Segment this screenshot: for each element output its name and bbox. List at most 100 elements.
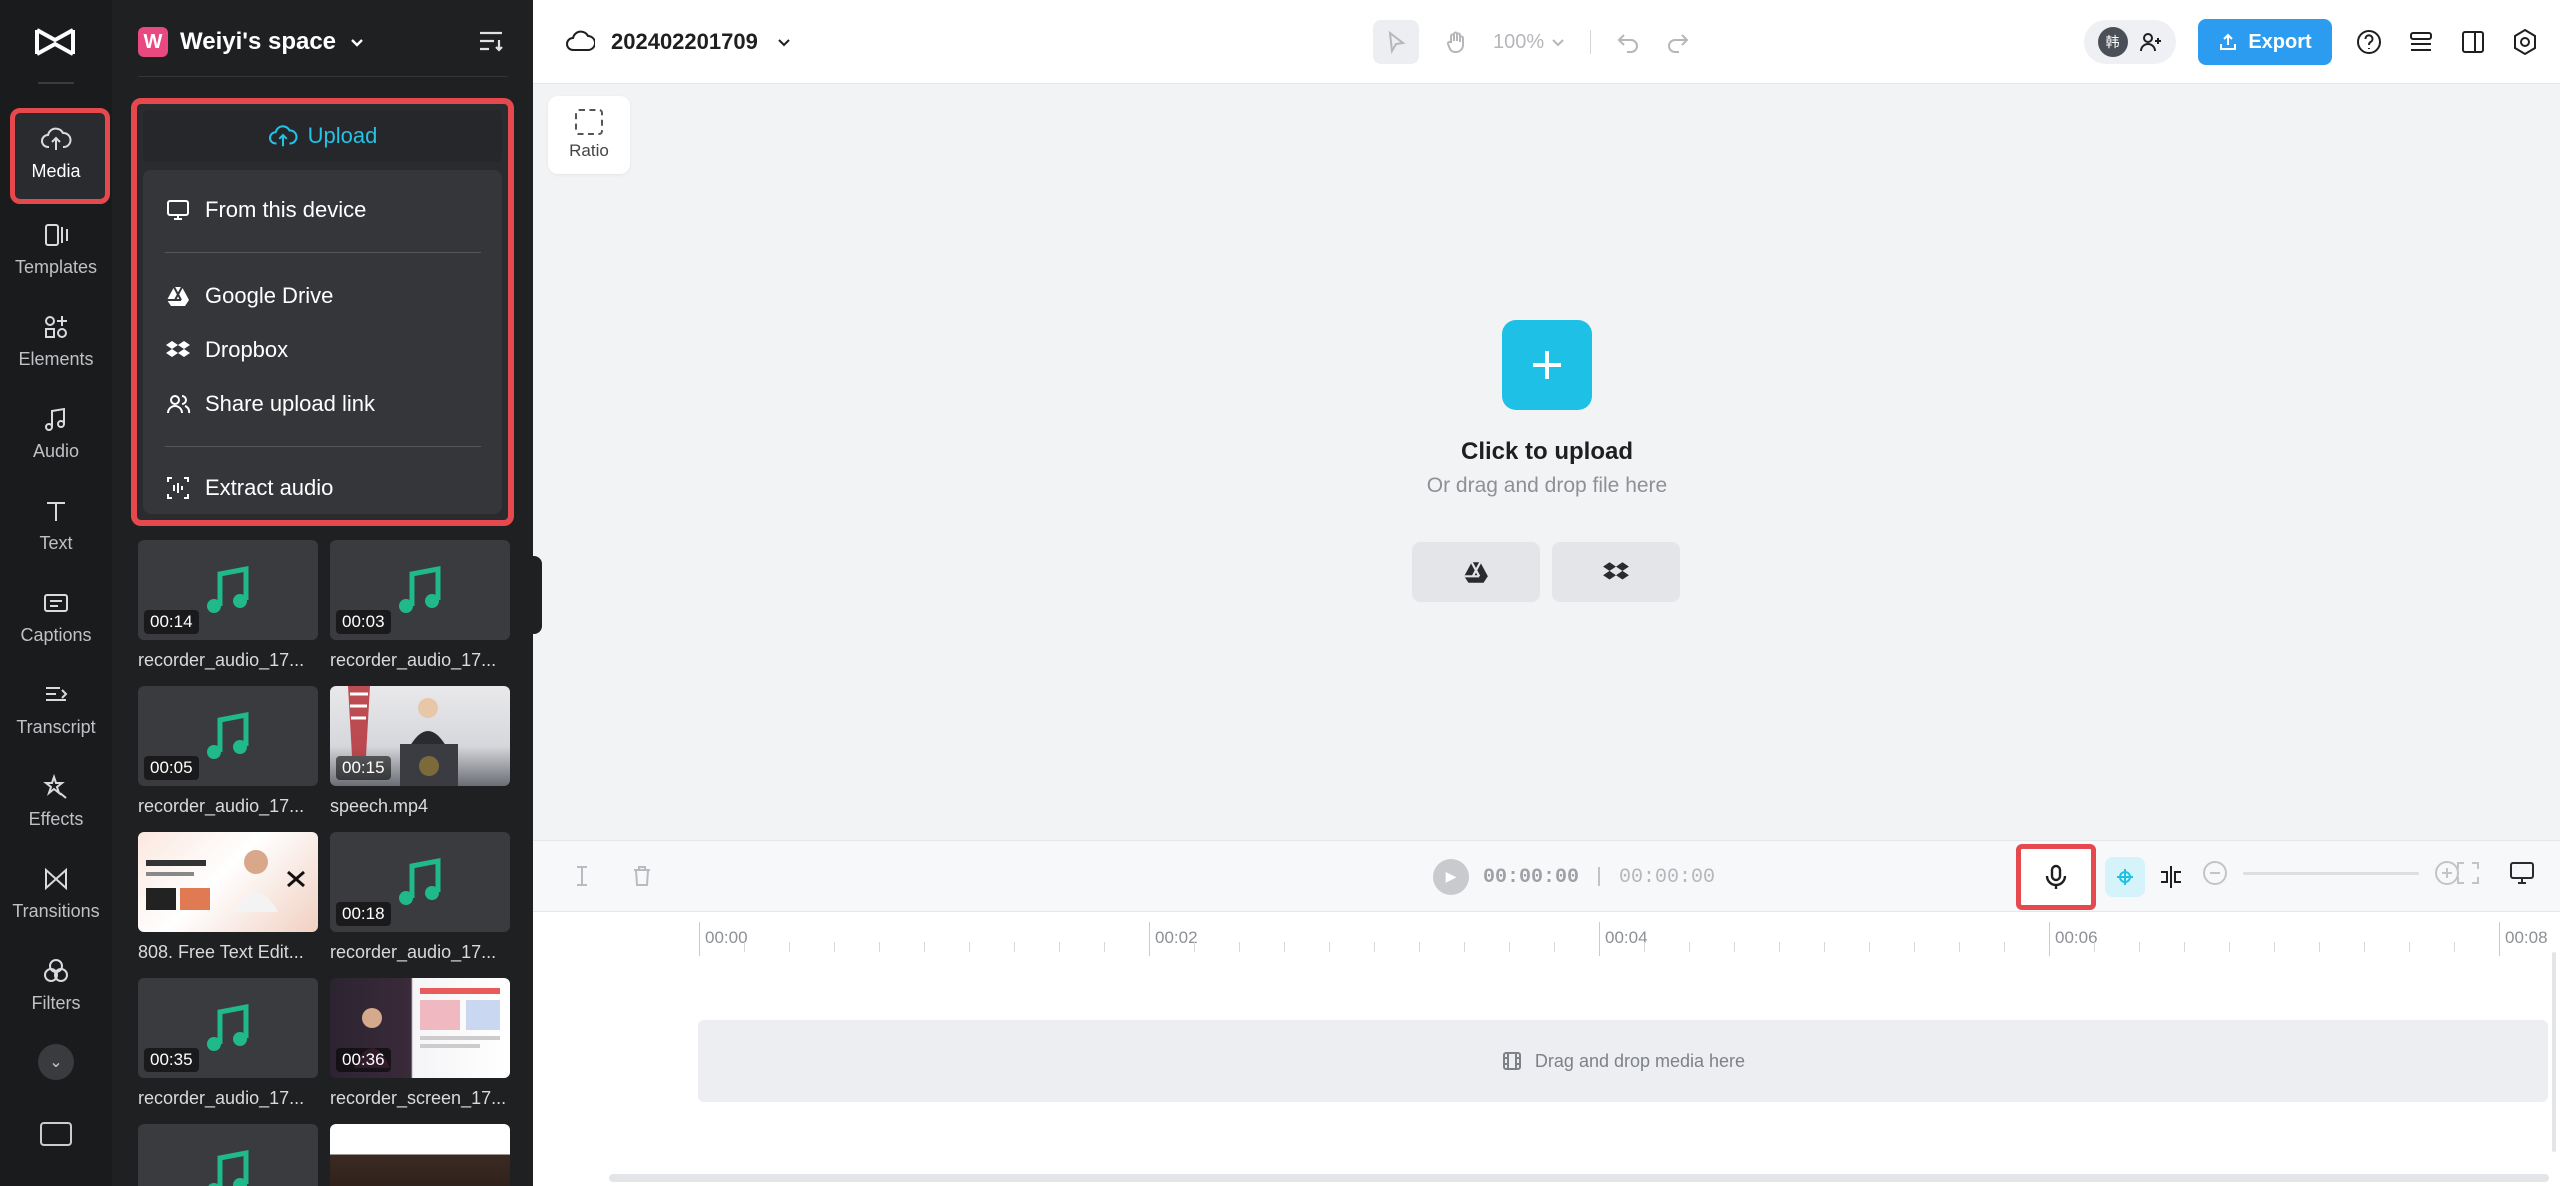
ruler-minor-tick bbox=[2274, 942, 2275, 952]
settings-icon[interactable] bbox=[2510, 27, 2540, 57]
click-to-upload-text: Click to upload bbox=[1460, 438, 1633, 465]
export-button[interactable]: Export bbox=[2198, 19, 2332, 65]
rail-item-transitions[interactable]: Transitions bbox=[0, 850, 112, 934]
ruler-tick-label: 00:00 bbox=[705, 928, 748, 947]
rail-item-filters[interactable]: Filters bbox=[0, 942, 112, 1026]
auto-snap-button[interactable] bbox=[2105, 857, 2145, 897]
media-item[interactable]: 00:15 speech.mp4 bbox=[330, 686, 510, 817]
zoom-slider[interactable] bbox=[2243, 871, 2419, 875]
layout-icon[interactable] bbox=[2458, 27, 2488, 57]
media-item[interactable]: 00:18 recorder_audio_17... bbox=[330, 832, 510, 963]
chevron-down-icon bbox=[1552, 39, 1564, 47]
menu-label: Dropbox bbox=[205, 337, 289, 362]
ruler-minor-tick bbox=[1104, 942, 1105, 952]
media-item[interactable]: 00:14 recorder_audio_17... bbox=[138, 540, 318, 671]
media-item[interactable]: 00:35 recorder_audio_17... bbox=[138, 978, 318, 1109]
ruler-minor-tick bbox=[789, 942, 790, 952]
rail-label: Effects bbox=[28, 808, 84, 829]
media-item[interactable]: 00:05 recorder_audio_17... bbox=[138, 686, 318, 817]
add-media-button[interactable] bbox=[1502, 320, 1592, 410]
ruler-minor-tick bbox=[1194, 942, 1195, 952]
google-drive-button[interactable] bbox=[1412, 542, 1540, 602]
panel-collapse-handle[interactable] bbox=[530, 556, 542, 634]
split-button[interactable] bbox=[2153, 859, 2189, 895]
fullscreen-icon[interactable] bbox=[2454, 859, 2482, 887]
timeline-vertical-scrollbar[interactable] bbox=[2552, 952, 2556, 1152]
sort-icon[interactable] bbox=[477, 28, 505, 54]
layers-icon[interactable] bbox=[2406, 27, 2436, 57]
media-thumbnail bbox=[138, 832, 318, 932]
media-thumbnail: 00:35 bbox=[138, 978, 318, 1078]
dropbox-icon bbox=[1603, 562, 1629, 580]
add-user-icon[interactable] bbox=[2139, 30, 2163, 54]
ruler-minor-tick bbox=[1779, 942, 1780, 952]
media-item[interactable]: 00:03 recorder_audio_17... bbox=[330, 540, 510, 671]
capcut-logo-icon[interactable] bbox=[30, 22, 80, 62]
ruler-major-tick bbox=[1149, 922, 1150, 956]
ruler-tick-label: 00:04 bbox=[1605, 928, 1648, 947]
rail-item-effects[interactable]: Effects bbox=[0, 758, 112, 842]
chevron-down-icon[interactable]: ⌄ bbox=[38, 1044, 74, 1080]
rail-label: Media bbox=[31, 160, 81, 181]
play-button[interactable]: ▶ bbox=[1433, 859, 1469, 895]
media-drop-track[interactable]: Drag and drop media here bbox=[698, 1020, 2548, 1102]
ruler-major-tick bbox=[699, 922, 700, 956]
undo-icon[interactable] bbox=[1615, 29, 1641, 55]
rail-item-media[interactable]: Media bbox=[0, 108, 112, 204]
ratio-icon bbox=[575, 109, 603, 135]
left-rail: Media Templates Elements Audio Text Capt… bbox=[0, 0, 112, 1186]
help-icon[interactable] bbox=[2354, 27, 2384, 57]
upload-button[interactable]: Upload bbox=[143, 110, 502, 162]
menu-item-share-upload-link[interactable]: Share upload link bbox=[165, 384, 375, 424]
collaborators[interactable]: 韩 bbox=[2084, 20, 2176, 64]
media-item[interactable]: 808. Free Text Edit... bbox=[138, 832, 318, 963]
trash-icon[interactable] bbox=[629, 863, 655, 889]
total-time: 00:00:00 bbox=[1619, 865, 1716, 889]
rail-item-transcript[interactable]: Transcript bbox=[0, 666, 112, 750]
menu-label: Share upload link bbox=[205, 391, 376, 416]
duration-badge: 00:35 bbox=[144, 1048, 199, 1072]
dropbox-icon bbox=[166, 341, 190, 357]
project-name: 202402201709 bbox=[611, 29, 758, 54]
rail-item-audio[interactable]: Audio bbox=[0, 390, 112, 474]
project-title[interactable]: 202402201709 bbox=[565, 22, 794, 62]
music-note-icon bbox=[207, 565, 249, 613]
ruler-minor-tick bbox=[1644, 942, 1645, 952]
ruler-minor-tick bbox=[1014, 942, 1015, 952]
media-item[interactable] bbox=[330, 1124, 510, 1186]
rail-item-templates[interactable]: Templates bbox=[0, 206, 112, 290]
zoom-level[interactable]: 100% bbox=[1493, 31, 1544, 54]
menu-item-google-drive[interactable]: Google Drive bbox=[165, 276, 333, 316]
dropbox-button[interactable] bbox=[1552, 542, 1680, 602]
redo-icon[interactable] bbox=[1665, 29, 1691, 55]
media-item[interactable]: 00:36 recorder_screen_17... bbox=[330, 978, 510, 1109]
menu-label: Google Drive bbox=[205, 283, 334, 308]
rail-item-captions[interactable]: Captions bbox=[0, 574, 112, 658]
timeline: 00:00 00:02 00:04 00:06 00:08 Drag and drop … bbox=[533, 912, 2560, 1186]
media-item[interactable] bbox=[138, 1124, 318, 1186]
workspace-switcher[interactable]: W Weiyi's space bbox=[138, 22, 366, 62]
menu-item-dropbox[interactable]: Dropbox bbox=[165, 330, 288, 370]
chevron-down-icon bbox=[778, 39, 790, 47]
rail-item-text[interactable]: Text bbox=[0, 482, 112, 566]
rail-label: Transcript bbox=[16, 716, 96, 737]
menu-divider bbox=[165, 252, 481, 253]
monitor-icon[interactable] bbox=[2508, 859, 2536, 887]
time-ruler: 00:00 00:02 00:04 00:06 00:08 bbox=[699, 912, 2559, 956]
menu-item-extract-audio[interactable]: Extract audio bbox=[165, 468, 333, 508]
hand-icon[interactable] bbox=[1443, 29, 1469, 55]
rail-label: Transitions bbox=[12, 900, 100, 921]
split-cursor-icon[interactable] bbox=[569, 863, 595, 889]
record-voiceover-button[interactable] bbox=[2016, 844, 2096, 910]
menu-item-from-device[interactable]: From this device bbox=[165, 190, 366, 230]
select-tool[interactable] bbox=[1373, 20, 1419, 64]
ruler-major-tick bbox=[2049, 922, 2050, 956]
export-label: Export bbox=[2248, 30, 2312, 53]
zoom-out-icon[interactable] bbox=[2201, 859, 2229, 887]
ruler-minor-tick bbox=[1059, 942, 1060, 952]
keyboard-icon[interactable] bbox=[40, 1122, 72, 1146]
timeline-horizontal-scrollbar[interactable] bbox=[609, 1174, 2549, 1182]
ratio-button[interactable]: Ratio bbox=[548, 96, 630, 174]
cloud-upload-icon bbox=[268, 125, 298, 147]
rail-item-elements[interactable]: Elements bbox=[0, 298, 112, 382]
